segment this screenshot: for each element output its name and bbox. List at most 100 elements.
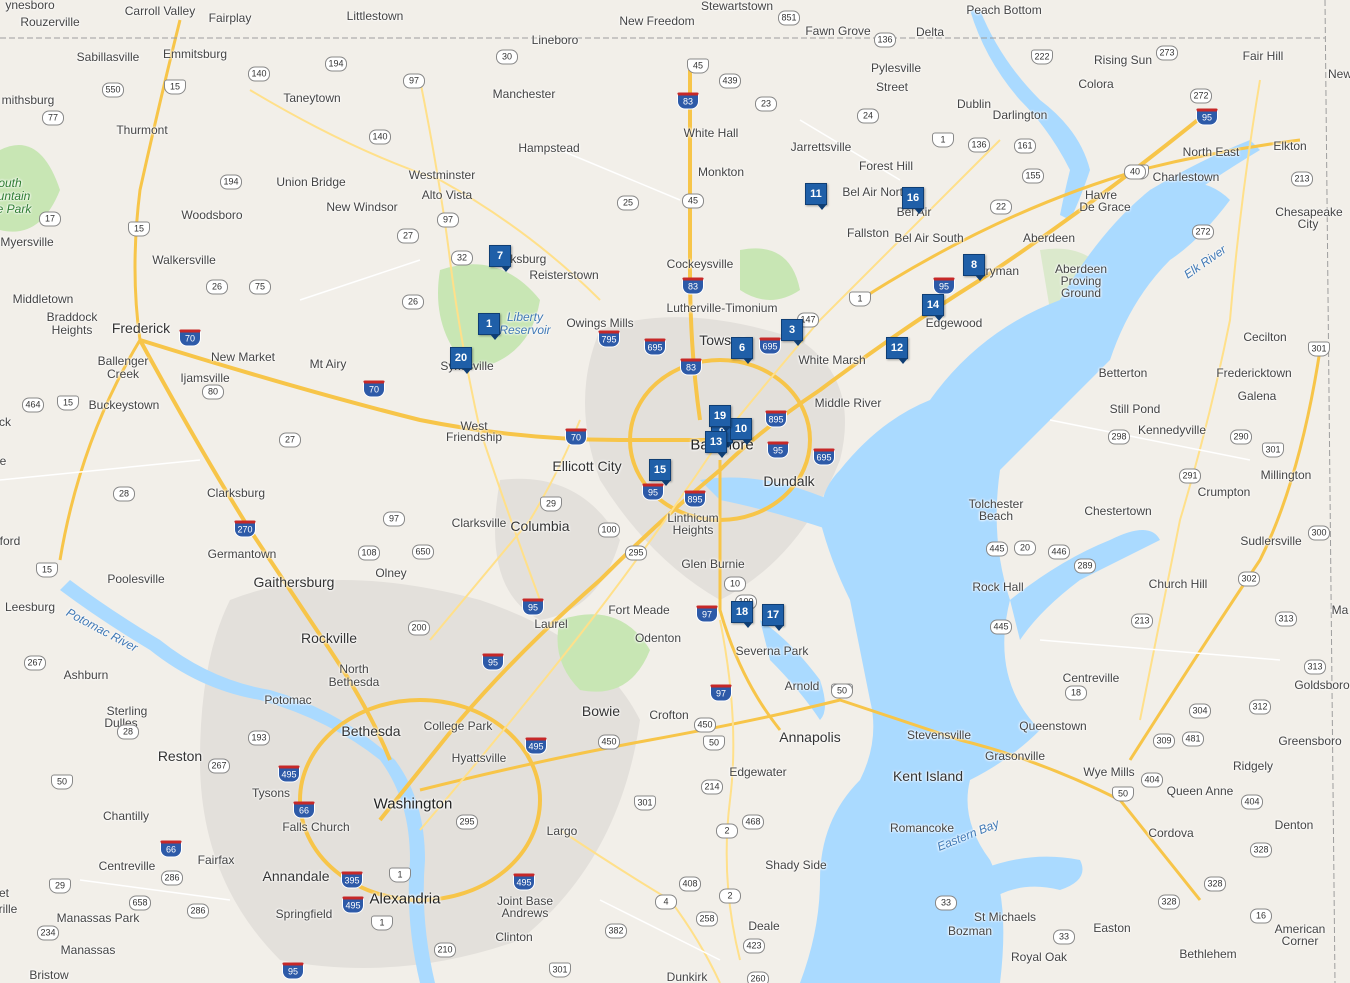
interstate-route-shield: 95: [933, 277, 955, 295]
state-route-shield: 658: [129, 895, 151, 911]
state-route-shield: 290: [1230, 429, 1252, 445]
state-route-shield: 286: [187, 903, 209, 919]
state-route-shield: 450: [694, 717, 716, 733]
state-route-shield: 136: [968, 137, 990, 153]
state-route-shield: 161: [1014, 138, 1036, 154]
interstate-route-shield: 495: [278, 765, 300, 783]
state-route-shield: 32: [451, 250, 473, 266]
state-route-shield: 468: [742, 814, 764, 830]
map-marker-8[interactable]: 8: [963, 254, 985, 281]
state-route-shield: 140: [248, 66, 270, 82]
state-route-shield: 550: [102, 82, 124, 98]
state-route-shield: 140: [369, 129, 391, 145]
state-route-shield: 295: [456, 814, 478, 830]
state-route-shield: 108: [358, 545, 380, 561]
state-route-shield: 382: [605, 923, 627, 939]
map-marker-13[interactable]: 13: [705, 431, 727, 458]
state-route-shield: 445: [990, 619, 1012, 635]
us-route-shield: 50: [1112, 786, 1134, 802]
state-route-shield: 481: [1182, 731, 1204, 747]
state-route-shield: 423: [743, 938, 765, 954]
map-marker-11[interactable]: 11: [805, 183, 827, 210]
interstate-route-shield: 270: [234, 520, 256, 538]
state-route-shield: 272: [1192, 224, 1214, 240]
interstate-route-shield: 695: [813, 448, 835, 466]
state-route-shield: 234: [37, 925, 59, 941]
state-route-shield: 439: [719, 73, 741, 89]
state-route-shield: 300: [1308, 525, 1330, 541]
state-route-shield: 446: [1048, 544, 1070, 560]
state-route-shield: 97: [437, 212, 459, 228]
map-marker-19[interactable]: 19: [709, 405, 731, 432]
state-route-shield: 450: [598, 734, 620, 750]
us-route-shield: 15: [57, 395, 79, 411]
interstate-route-shield: 895: [684, 490, 706, 508]
state-route-shield: 260: [747, 971, 769, 983]
state-route-shield: 50: [831, 683, 853, 699]
interstate-route-shield: 695: [644, 338, 666, 356]
map-marker-17[interactable]: 17: [762, 604, 784, 631]
map-marker-12[interactable]: 12: [886, 337, 908, 364]
map-marker-20[interactable]: 20: [450, 347, 472, 374]
map-marker-10[interactable]: 10: [730, 418, 752, 445]
state-route-shield: 272: [1190, 88, 1212, 104]
state-route-shield: 100: [598, 522, 620, 538]
map-marker-18[interactable]: 18: [731, 601, 753, 628]
map-base-layer: [0, 0, 1350, 983]
us-route-shield: 1: [371, 915, 393, 931]
state-route-shield: 267: [208, 758, 230, 774]
interstate-route-shield: 495: [525, 737, 547, 755]
state-route-shield: 273: [1156, 45, 1178, 61]
map-marker-1[interactable]: 1: [478, 313, 500, 340]
state-route-shield: 22: [990, 199, 1012, 215]
state-route-shield: 30: [496, 49, 518, 65]
map-marker-16[interactable]: 16: [902, 187, 924, 214]
us-route-shield: 29: [540, 496, 562, 512]
state-route-shield: 295: [625, 545, 647, 561]
us-route-shield: 1: [932, 132, 954, 148]
us-route-shield: 45: [687, 58, 709, 74]
state-route-shield: 313: [1304, 659, 1326, 675]
state-route-shield: 650: [412, 544, 434, 560]
interstate-route-shield: 95: [642, 483, 664, 501]
state-route-shield: 445: [986, 541, 1008, 557]
state-route-shield: 155: [1022, 168, 1044, 184]
state-route-shield: 136: [874, 32, 896, 48]
state-route-shield: 97: [403, 73, 425, 89]
state-route-shield: 75: [249, 279, 271, 295]
state-route-shield: 97: [383, 511, 405, 527]
interstate-route-shield: 95: [482, 653, 504, 671]
state-route-shield: 328: [1250, 842, 1272, 858]
interstate-route-shield: 66: [293, 801, 315, 819]
interstate-route-shield: 695: [759, 337, 781, 355]
us-route-shield: 301: [549, 962, 571, 978]
state-route-shield: 10: [724, 576, 746, 592]
state-route-shield: 2: [719, 888, 741, 904]
state-route-shield: 328: [1204, 876, 1226, 892]
map-marker-7[interactable]: 7: [489, 245, 511, 272]
state-route-shield: 291: [1179, 468, 1201, 484]
state-route-shield: 26: [402, 294, 424, 310]
state-route-shield: 4: [655, 894, 677, 910]
interstate-route-shield: 70: [363, 380, 385, 398]
us-route-shield: 15: [128, 221, 150, 237]
map-marker-6[interactable]: 6: [731, 337, 753, 364]
state-route-shield: 33: [935, 895, 957, 911]
map-marker-14[interactable]: 14: [922, 294, 944, 321]
map-canvas[interactable]: ynesboro Carroll Valley Fairplay Littlestow…: [0, 0, 1350, 983]
state-route-shield: 464: [22, 397, 44, 413]
state-route-shield: 286: [161, 870, 183, 886]
interstate-route-shield: 70: [179, 329, 201, 347]
state-route-shield: 289: [1074, 558, 1096, 574]
state-route-shield: 404: [1241, 794, 1263, 810]
state-route-shield: 328: [1158, 894, 1180, 910]
map-marker-3[interactable]: 3: [781, 319, 803, 346]
state-route-shield: 27: [397, 228, 419, 244]
map-marker-15[interactable]: 15: [649, 459, 671, 486]
state-route-shield: 40: [1124, 164, 1146, 180]
interstate-route-shield: 83: [677, 92, 699, 110]
interstate-route-shield: 495: [513, 873, 535, 891]
state-route-shield: 214: [701, 779, 723, 795]
interstate-route-shield: 70: [565, 428, 587, 446]
us-route-shield: 29: [49, 878, 71, 894]
